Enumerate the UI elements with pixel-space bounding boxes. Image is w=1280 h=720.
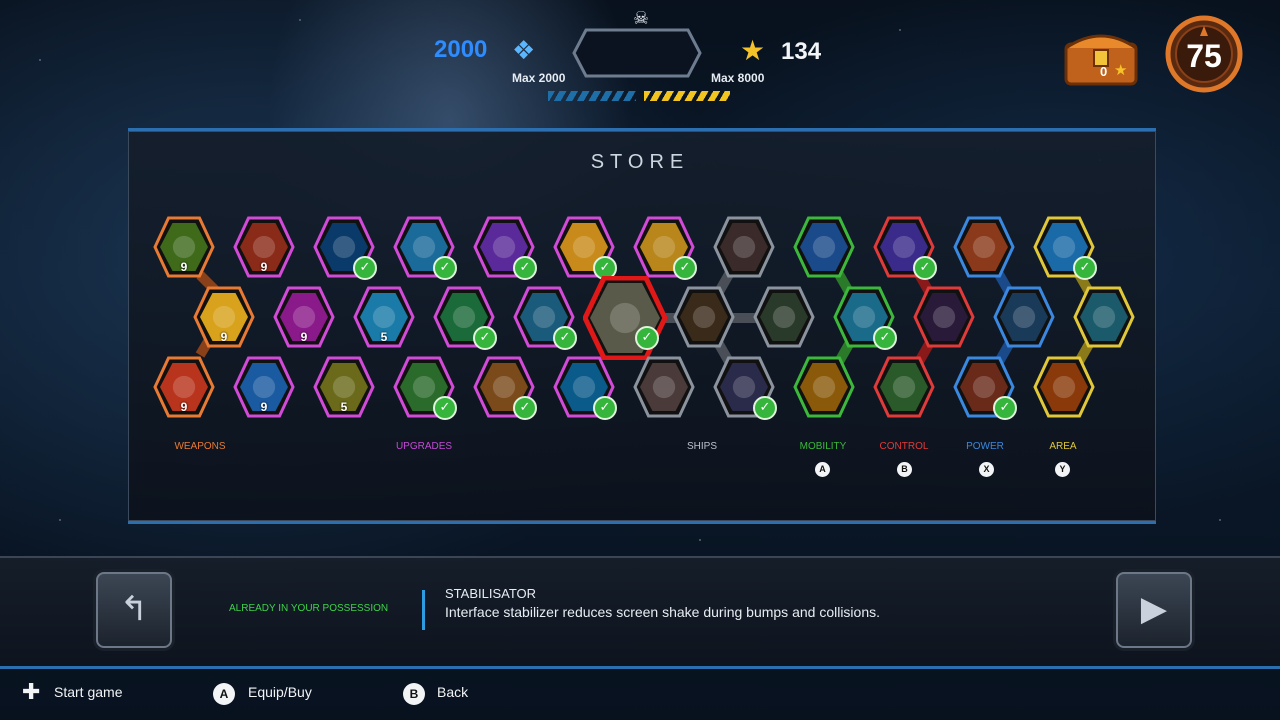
category-area[interactable]: AREA <box>1013 441 1113 452</box>
tile-count: 5 <box>380 330 388 344</box>
tile-count: 9 <box>260 400 268 414</box>
info-divider <box>422 590 425 630</box>
store-tile-mobility-1[interactable] <box>793 216 855 278</box>
store-tile-weapon-3[interactable]: 9 <box>153 356 215 418</box>
store-tile-upgrade-8[interactable]: ✓ <box>553 216 617 280</box>
store-tile-weapon-7[interactable]: 5 <box>353 286 415 348</box>
store-tile-area-2[interactable] <box>1073 286 1135 348</box>
store-tile-ship-2[interactable] <box>673 286 735 348</box>
store-tile-upgrade-10[interactable]: ✓ <box>553 356 617 420</box>
owned-check-icon: ✓ <box>513 396 537 420</box>
owned-check-icon: ✓ <box>635 326 659 350</box>
store-tile-upgrade-1[interactable]: ✓ <box>313 216 377 280</box>
start-game-control[interactable]: Start game <box>54 684 122 700</box>
item-name: STABILISATOR <box>445 586 537 601</box>
category-weapons[interactable]: WEAPONS <box>150 441 250 452</box>
store-tile-upgrade-4[interactable]: ✓ <box>393 356 457 420</box>
owned-check-icon: ✓ <box>913 256 937 280</box>
button-y-hint: Y <box>1055 462 1070 477</box>
store-tile-upgrade-5[interactable]: ✓ <box>473 216 537 280</box>
tile-count: 9 <box>220 330 228 344</box>
tile-count: 9 <box>180 260 188 274</box>
store-tile-weapon-2[interactable]: 9 <box>193 286 255 348</box>
owned-check-icon: ✓ <box>553 326 577 350</box>
store-tile-power-3[interactable]: ✓ <box>953 356 1017 420</box>
owned-check-icon: ✓ <box>473 326 497 350</box>
owned-check-icon: ✓ <box>993 396 1017 420</box>
store-tile-ship-4[interactable] <box>633 356 695 418</box>
tile-count: 9 <box>260 260 268 274</box>
store-tile-weapon-8[interactable]: 5 <box>313 356 375 418</box>
store-tile-power-2[interactable] <box>993 286 1055 348</box>
store-tile-upgrade-3[interactable]: ✓ <box>433 286 497 350</box>
owned-check-icon: ✓ <box>1073 256 1097 280</box>
ownership-status: ALREADY IN YOUR POSSESSION <box>229 603 389 614</box>
owned-check-icon: ✓ <box>353 256 377 280</box>
store-tile-mobility-3[interactable] <box>793 356 855 418</box>
owned-check-icon: ✓ <box>873 326 897 350</box>
a-button-icon: A <box>213 683 235 705</box>
store-tile-control-2[interactable] <box>913 286 975 348</box>
store-tile-area-1[interactable]: ✓ <box>1033 216 1097 280</box>
store-tile-upgrade-7[interactable]: ✓ <box>473 356 537 420</box>
store-tile-ship-3[interactable] <box>753 286 815 348</box>
store-tile-weapon-1[interactable]: 9 <box>153 216 215 278</box>
store-tile-control-1[interactable]: ✓ <box>873 216 937 280</box>
back-arrow-icon: ↰ <box>119 589 149 629</box>
owned-check-icon: ✓ <box>593 396 617 420</box>
back-control[interactable]: Back <box>437 684 468 700</box>
store-tile-ship-1[interactable] <box>713 216 775 278</box>
plus-icon: ✚ <box>22 680 41 705</box>
owned-check-icon: ✓ <box>673 256 697 280</box>
equip-buy-control[interactable]: Equip/Buy <box>248 684 312 700</box>
tile-count: 9 <box>180 400 188 414</box>
store-tile-control-3[interactable] <box>873 356 935 418</box>
owned-check-icon: ✓ <box>433 396 457 420</box>
store-tile-ship-5[interactable]: ✓ <box>713 356 777 420</box>
store-tile-upgrade-6[interactable]: ✓ <box>513 286 577 350</box>
store-tile-mobility-2[interactable]: ✓ <box>833 286 897 350</box>
owned-check-icon: ✓ <box>433 256 457 280</box>
category-ships[interactable]: SHIPS <box>652 441 752 452</box>
button-x-hint: X <box>979 462 994 477</box>
tile-count: 5 <box>340 400 348 414</box>
play-arrow-icon: ▶ <box>1140 589 1168 629</box>
category-upgrades[interactable]: UPGRADES <box>374 441 474 452</box>
store-tile-weapon-4[interactable]: 9 <box>233 216 295 278</box>
button-a-hint: A <box>815 462 830 477</box>
owned-check-icon: ✓ <box>753 396 777 420</box>
owned-check-icon: ✓ <box>513 256 537 280</box>
store-tile-power-1[interactable] <box>953 216 1015 278</box>
previous-item-button[interactable]: ↰ <box>96 572 172 648</box>
store-tile-weapon-6[interactable]: 9 <box>233 356 295 418</box>
b-button-icon: B <box>403 683 425 705</box>
button-b-hint: B <box>897 462 912 477</box>
next-item-button[interactable]: ▶ <box>1116 572 1192 648</box>
store-tile-upgrade-stabilisator[interactable]: ✓ <box>583 276 667 360</box>
store-tile-area-3[interactable] <box>1033 356 1095 418</box>
store-tile-upgrade-9[interactable]: ✓ <box>633 216 697 280</box>
store-tile-upgrade-2[interactable]: ✓ <box>393 216 457 280</box>
item-description: Interface stabilizer reduces screen shak… <box>445 604 881 620</box>
store-tile-weapon-5[interactable]: 9 <box>273 286 335 348</box>
tile-count: 9 <box>300 330 308 344</box>
